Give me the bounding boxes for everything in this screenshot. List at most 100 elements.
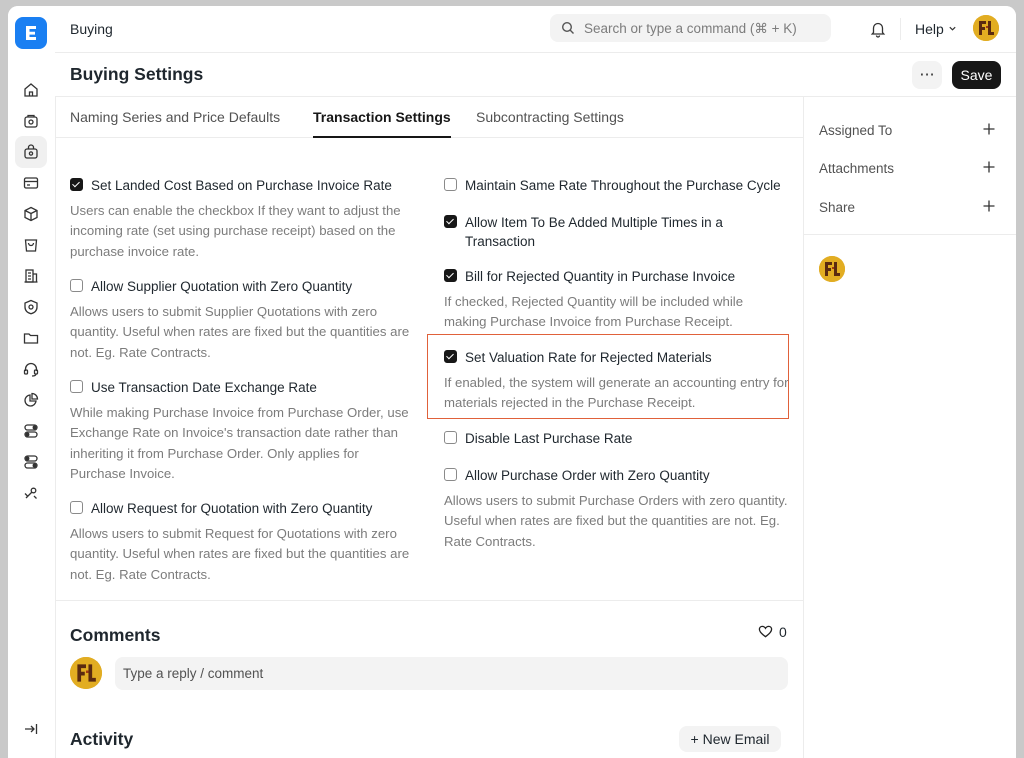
field-allow-item-multiple-times: Allow Item To Be Added Multiple Times in… (444, 213, 744, 251)
app-logo[interactable] (15, 17, 47, 49)
buying-icon[interactable] (15, 136, 47, 168)
field-valuation-rate-rejected: Set Valuation Rate for Rejected Material… (444, 348, 789, 414)
stock-icon[interactable] (22, 205, 40, 223)
field-disable-last-purchase-rate: Disable Last Purchase Rate (444, 429, 789, 448)
checkbox-row[interactable]: Bill for Rejected Quantity in Purchase I… (444, 267, 789, 286)
checkbox-checked[interactable] (444, 215, 457, 228)
checkbox-unchecked[interactable] (444, 178, 457, 191)
checkbox-row[interactable]: Set Landed Cost Based on Purchase Invoic… (70, 176, 415, 195)
comments-title: Comments (70, 625, 161, 645)
folder-icon[interactable] (22, 329, 40, 347)
field-label: Use Transaction Date Exchange Rate (91, 380, 317, 395)
sidebar-collapse-icon[interactable] (22, 720, 40, 738)
field-description: Allows users to submit Request for Quota… (70, 526, 410, 582)
checkbox-checked[interactable] (70, 178, 83, 191)
help-label: Help (915, 21, 944, 37)
field-label: Bill for Rejected Quantity in Purchase I… (465, 269, 736, 284)
tab-transaction-settings[interactable]: Transaction Settings (313, 109, 451, 138)
toggle-icon[interactable] (22, 453, 40, 471)
avatar-image (973, 15, 999, 41)
form-sidebar: Assigned To Attachments Share (803, 97, 1016, 758)
checkbox-row[interactable]: Allow Supplier Quotation with Zero Quant… (70, 277, 415, 296)
like-count: 0 (779, 624, 787, 640)
save-button[interactable]: Save (952, 61, 1001, 89)
field-description: If enabled, the system will generate an … (444, 375, 789, 411)
checkbox-unchecked[interactable] (70, 279, 83, 292)
shield-icon[interactable] (22, 298, 40, 316)
selling-icon[interactable] (22, 236, 40, 254)
field-label: Allow Purchase Order with Zero Quantity (465, 468, 710, 483)
field-supplier-quotation-zero-qty: Allow Supplier Quotation with Zero Quant… (70, 277, 415, 363)
checkbox-row[interactable]: Allow Request for Quotation with Zero Qu… (70, 499, 415, 518)
chevron-down-icon (949, 26, 956, 31)
field-label: Allow Item To Be Added Multiple Times in… (465, 215, 723, 249)
checkbox-unchecked[interactable] (70, 380, 83, 393)
building-icon[interactable] (22, 267, 40, 285)
checkbox-checked[interactable] (444, 350, 457, 363)
sidebar-divider (804, 234, 1016, 235)
help-dropdown[interactable]: Help (915, 21, 957, 37)
page-title: Buying Settings (70, 64, 204, 84)
search-input[interactable] (584, 14, 824, 42)
checkbox-row[interactable]: Set Valuation Rate for Rejected Material… (444, 348, 789, 367)
field-description: Users can enable the checkbox If they wa… (70, 203, 401, 259)
checkbox-unchecked[interactable] (70, 501, 83, 514)
field-description: If checked, Rejected Quantity will be in… (444, 294, 744, 330)
invoice-icon[interactable] (22, 174, 40, 192)
field-description: While making Purchase Invoice from Purch… (70, 405, 409, 481)
breadcrumb-title[interactable]: Buying (70, 21, 113, 37)
field-description: Allows users to submit Purchase Orders w… (444, 493, 788, 549)
viewer-avatar[interactable] (819, 256, 845, 282)
checkbox-row[interactable]: Allow Item To Be Added Multiple Times in… (444, 213, 744, 251)
field-bill-rejected-qty: Bill for Rejected Quantity in Purchase I… (444, 267, 789, 333)
activity-title: Activity (70, 729, 134, 749)
app-window: Buying Help Buying Settings ··· Save Nam… (8, 6, 1016, 758)
checkbox-unchecked[interactable] (444, 431, 457, 444)
pie-chart-icon[interactable] (22, 391, 40, 409)
tab-subcontracting-settings[interactable]: Subcontracting Settings (476, 109, 624, 125)
toggle-icon[interactable] (22, 422, 40, 440)
home-icon[interactable] (22, 81, 40, 99)
field-description: Allows users to submit Supplier Quotatio… (70, 304, 410, 360)
field-label: Allow Request for Quotation with Zero Qu… (91, 501, 373, 516)
field-label: Allow Supplier Quotation with Zero Quant… (91, 279, 353, 294)
search-icon (561, 21, 574, 34)
assigned-to-label[interactable]: Assigned To (819, 123, 892, 138)
checkbox-row[interactable]: Allow Purchase Order with Zero Quantity (444, 466, 789, 485)
heart-icon[interactable] (758, 624, 773, 639)
field-rfq-zero-qty: Allow Request for Quotation with Zero Qu… (70, 499, 415, 585)
page-header: Buying Settings ··· Save (55, 53, 1016, 97)
add-assignee-plus-icon[interactable] (982, 122, 996, 136)
search-bar[interactable] (550, 14, 831, 42)
field-label: Set Valuation Rate for Rejected Material… (465, 350, 712, 365)
tab-naming-series[interactable]: Naming Series and Price Defaults (70, 109, 280, 125)
new-email-button[interactable]: + New Email (679, 726, 781, 752)
share-label[interactable]: Share (819, 200, 855, 215)
more-actions-button[interactable]: ··· (912, 61, 942, 89)
field-transaction-date-exchange-rate: Use Transaction Date Exchange Rate While… (70, 378, 415, 484)
checkbox-unchecked[interactable] (444, 468, 457, 481)
tools-icon[interactable] (22, 484, 40, 502)
support-icon[interactable] (22, 360, 40, 378)
add-attachment-plus-icon[interactable] (982, 160, 996, 174)
orders-icon[interactable] (22, 112, 40, 130)
top-navbar: Buying Help (55, 6, 1016, 53)
navbar-divider (900, 18, 901, 40)
erpnext-logo-icon (26, 26, 36, 40)
checkbox-row[interactable]: Maintain Same Rate Throughout the Purcha… (444, 176, 789, 195)
attachments-label[interactable]: Attachments (819, 161, 894, 176)
icon-rail (8, 6, 56, 758)
field-landed-cost: Set Landed Cost Based on Purchase Invoic… (70, 176, 415, 262)
avatar-image (70, 657, 102, 689)
field-label: Set Landed Cost Based on Purchase Invoic… (91, 178, 392, 193)
field-maintain-same-rate: Maintain Same Rate Throughout the Purcha… (444, 176, 789, 195)
settings-form: Set Landed Cost Based on Purchase Invoic… (55, 138, 803, 601)
checkbox-checked[interactable] (444, 269, 457, 282)
avatar-image (819, 256, 845, 282)
add-share-plus-icon[interactable] (982, 199, 996, 213)
checkbox-row[interactable]: Disable Last Purchase Rate (444, 429, 789, 448)
checkbox-row[interactable]: Use Transaction Date Exchange Rate (70, 378, 415, 397)
comment-input[interactable] (115, 657, 788, 690)
user-avatar[interactable] (973, 15, 999, 41)
notification-bell-icon[interactable] (869, 20, 887, 38)
